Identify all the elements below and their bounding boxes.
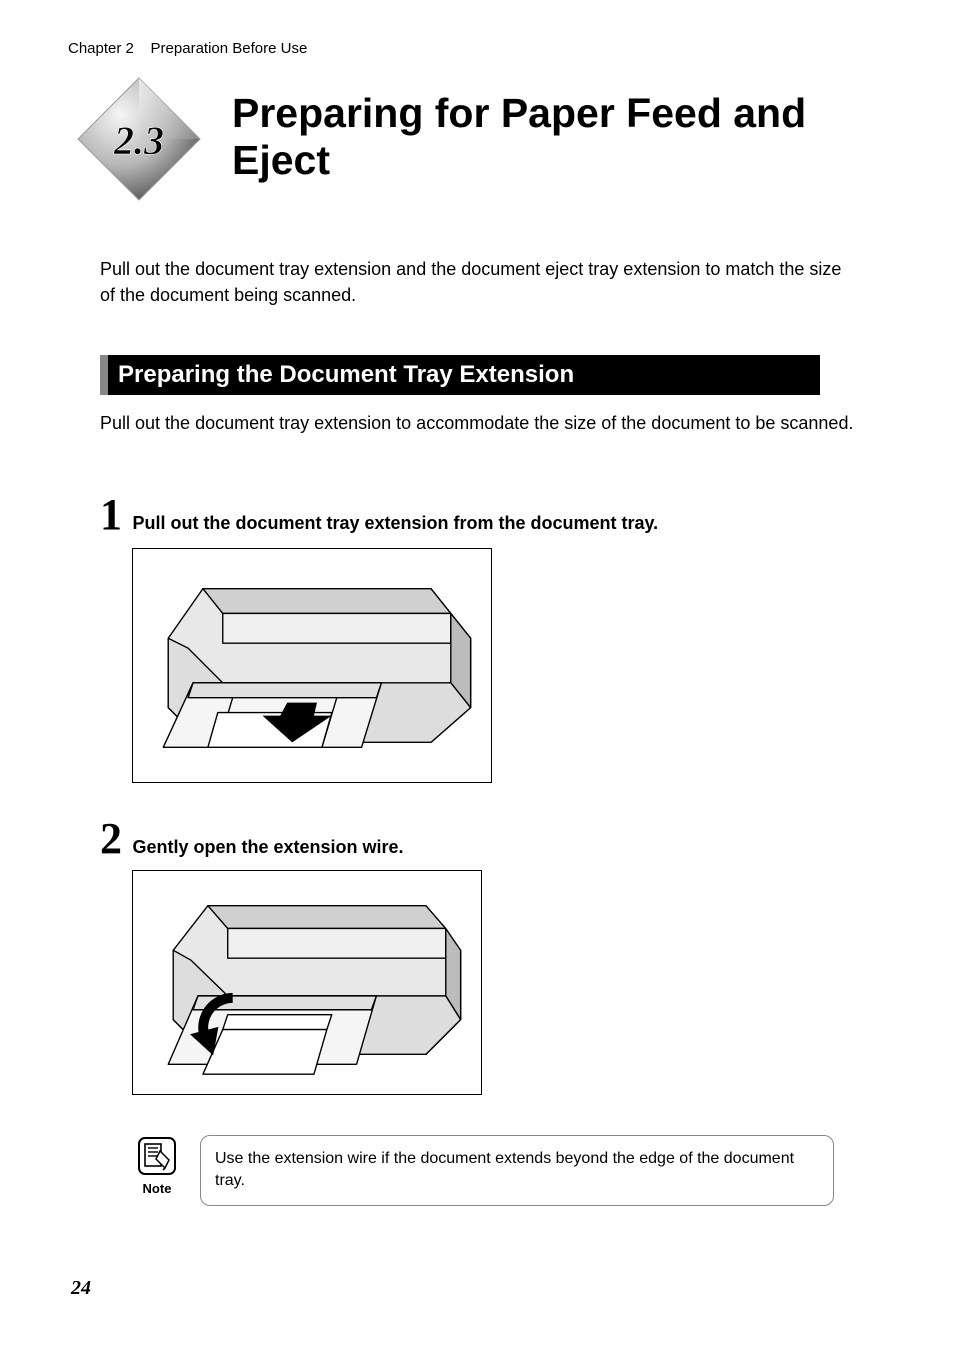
figure-scanner-extension-wire (132, 870, 482, 1095)
figure-scanner-tray-extension (132, 548, 492, 783)
section-header: 2.3 Preparing for Paper Feed and Eject (72, 72, 874, 207)
intro-paragraph: Pull out the document tray extension and… (100, 256, 854, 308)
note-icon (136, 1135, 178, 1177)
section-title: Preparing for Paper Feed and Eject (232, 90, 874, 184)
subsection-heading: Preparing the Document Tray Extension (100, 355, 820, 395)
note-icon-column: Note (132, 1135, 182, 1196)
subsection-description: Pull out the document tray extension to … (100, 410, 854, 436)
note-callout: Note Use the extension wire if the docum… (132, 1135, 834, 1206)
chapter-title: Preparation Before Use (151, 40, 308, 57)
step-text: Gently open the extension wire. (132, 837, 403, 857)
step-text: Pull out the document tray extension fro… (132, 513, 658, 533)
chapter-label: Chapter 2 (68, 40, 134, 57)
page-number: 24 (71, 1277, 91, 1300)
section-number-badge: 2.3 (72, 72, 207, 207)
step-number: 1 (100, 489, 122, 540)
note-label: Note (132, 1181, 182, 1196)
step-1: 1 Pull out the document tray extension f… (100, 489, 854, 540)
step-number: 2 (100, 813, 122, 864)
note-text: Use the extension wire if the document e… (200, 1135, 834, 1206)
chapter-header: Chapter 2 Preparation Before Use (68, 40, 307, 57)
step-2: 2 Gently open the extension wire. (100, 813, 854, 864)
section-number-text: 2.3 (113, 118, 164, 163)
